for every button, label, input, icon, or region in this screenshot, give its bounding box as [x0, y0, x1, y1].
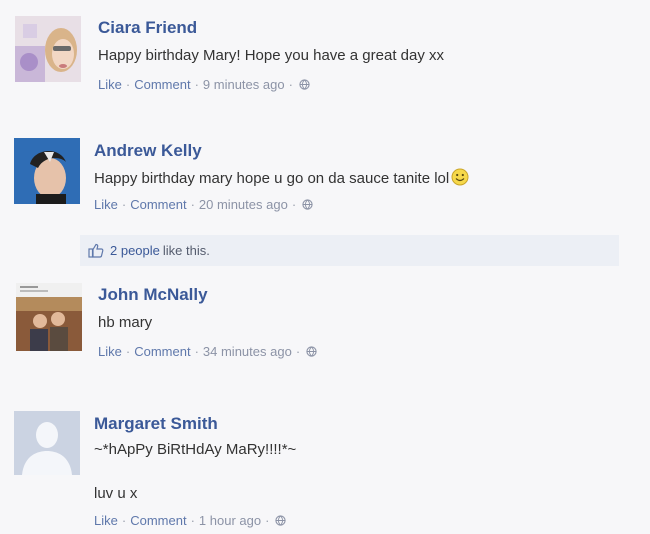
globe-icon [302, 199, 313, 210]
timestamp[interactable]: 20 minutes ago [199, 197, 288, 212]
separator: · [194, 344, 199, 359]
separator: · [121, 197, 127, 212]
commenter-name[interactable]: Ciara Friend [98, 18, 197, 38]
separator: · [190, 197, 195, 212]
smiley-emoticon-icon [451, 168, 469, 186]
separator: · [125, 344, 131, 359]
like-link[interactable]: Like [98, 344, 122, 359]
comment-text: Happy birthday mary hope u go on da sauc… [94, 168, 469, 187]
separator: · [295, 344, 301, 359]
separator: · [121, 513, 127, 528]
commenter-name[interactable]: Andrew Kelly [94, 141, 202, 161]
likes-text: like this. [162, 243, 210, 258]
comment-link[interactable]: Comment [134, 77, 190, 92]
timestamp[interactable]: 9 minutes ago [203, 77, 285, 92]
comment-meta: Like · Comment · 9 minutes ago · [98, 77, 310, 92]
comment-text-line-2: luv u x [94, 485, 138, 502]
separator: · [194, 77, 199, 92]
avatar-andrew-kelly[interactable] [14, 138, 80, 204]
like-link[interactable]: Like [94, 197, 118, 212]
timestamp[interactable]: 34 minutes ago [203, 344, 292, 359]
separator: · [265, 513, 270, 528]
avatar-margaret-smith[interactable] [14, 411, 80, 475]
default-profile-silhouette [14, 411, 80, 475]
separator: · [288, 77, 293, 92]
profile-photo [16, 283, 82, 351]
globe-icon [299, 79, 310, 90]
comment-meta: Like · Comment · 34 minutes ago · [98, 344, 317, 359]
separator: · [125, 77, 131, 92]
comment-meta: Like · Comment · 1 hour ago · [94, 513, 287, 528]
avatar-john-mcnally[interactable] [16, 283, 82, 351]
comment-link[interactable]: Comment [130, 197, 186, 212]
globe-icon [306, 346, 317, 357]
profile-photo [15, 16, 81, 82]
comment-text: Happy birthday Mary! Hope you have a gre… [98, 47, 445, 64]
thumbs-up-icon[interactable] [88, 243, 104, 258]
separator: · [291, 197, 297, 212]
commenter-name[interactable]: Margaret Smith [94, 414, 218, 434]
comment-meta: Like · Comment · 20 minutes ago · [94, 197, 313, 212]
like-link[interactable]: Like [98, 77, 122, 92]
comment-text: ~*hApPy BiRtHdAy MaRy!!!!*~ [94, 441, 297, 458]
like-link[interactable]: Like [94, 513, 118, 528]
likes-count-link[interactable]: 2 people [110, 243, 160, 258]
separator: · [190, 513, 195, 528]
comment-text: hb mary [98, 314, 153, 331]
profile-photo [14, 138, 80, 204]
comment-link[interactable]: Comment [130, 513, 186, 528]
globe-icon [275, 515, 287, 526]
comment-text-content: Happy birthday mary hope u go on da sauc… [94, 170, 450, 187]
comment-link[interactable]: Comment [134, 344, 190, 359]
likes-bar: 2 people like this. [80, 235, 619, 266]
commenter-name[interactable]: John McNally [98, 285, 208, 305]
avatar-ciara-friend[interactable] [15, 16, 81, 82]
timestamp[interactable]: 1 hour ago [199, 513, 261, 528]
